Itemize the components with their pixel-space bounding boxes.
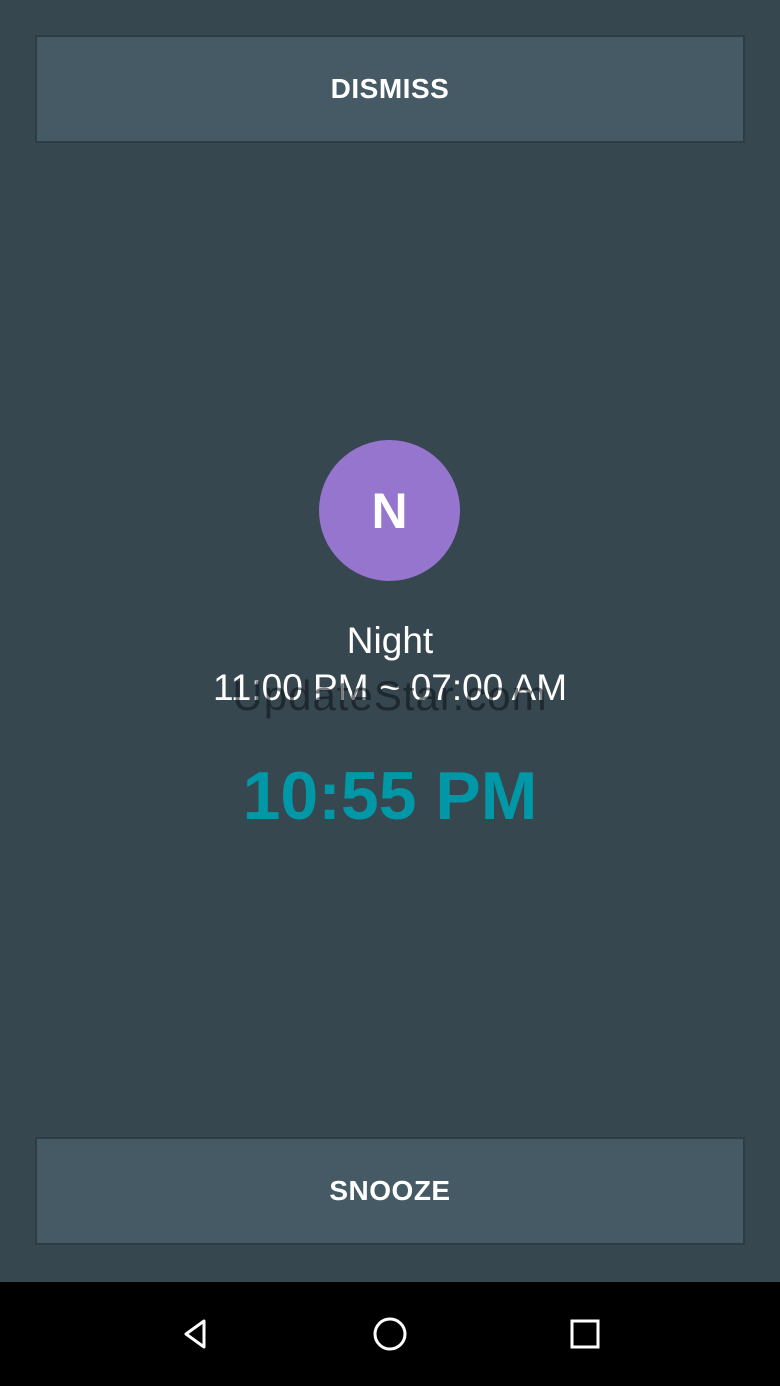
back-icon: [184, 1319, 206, 1349]
alarm-screen: DISMISS N Night 11:00 PM ~ 07:00 AM Upda…: [0, 0, 780, 1282]
nav-home-button[interactable]: [360, 1304, 420, 1364]
watermark: UpdateStar.com: [232, 672, 548, 719]
system-nav-bar: [0, 1282, 780, 1386]
nav-back-button[interactable]: [165, 1304, 225, 1364]
recents-icon: [570, 1319, 600, 1349]
dismiss-button[interactable]: DISMISS: [35, 35, 745, 143]
current-time: 10:55 PM: [242, 758, 538, 834]
nav-recents-button[interactable]: [555, 1304, 615, 1364]
home-icon: [373, 1317, 407, 1351]
alarm-name: Night: [346, 620, 434, 661]
snooze-button[interactable]: SNOOZE: [35, 1137, 745, 1245]
avatar-letter: N: [371, 482, 408, 539]
alarm-avatar: N: [319, 440, 460, 581]
